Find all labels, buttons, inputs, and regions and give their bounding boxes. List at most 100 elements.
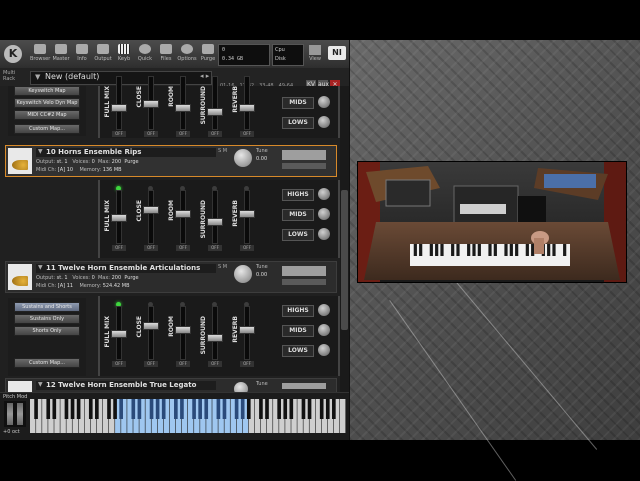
black-key[interactable] — [149, 399, 154, 419]
white-key[interactable] — [339, 399, 346, 433]
solo-mute-buttons[interactable]: S M — [218, 148, 227, 154]
expand-arrow-icon[interactable]: ▼ — [38, 381, 43, 388]
mids-knob-icon[interactable] — [318, 324, 330, 336]
fader-reverb[interactable]: REVERB OFF — [232, 302, 258, 368]
black-key[interactable] — [265, 399, 269, 419]
custom-map-button[interactable]: Custom Map... — [14, 358, 80, 368]
black-key[interactable] — [131, 399, 136, 419]
black-key[interactable] — [155, 399, 160, 419]
fader-reverb[interactable]: REVERB OFF — [232, 186, 258, 252]
toolbar-button-info[interactable]: Info — [72, 42, 92, 66]
lows-knob-icon[interactable] — [318, 228, 330, 240]
mids-knob-icon[interactable] — [318, 208, 330, 220]
lows-knob-icon[interactable] — [318, 116, 330, 128]
black-key[interactable] — [198, 399, 202, 419]
black-key[interactable] — [180, 399, 184, 419]
black-key[interactable] — [107, 399, 111, 419]
volume-meter[interactable] — [282, 383, 326, 389]
eq-lows[interactable]: LOWS — [280, 116, 334, 129]
toolbar-button-options[interactable]: Options — [177, 42, 197, 66]
black-key[interactable] — [34, 399, 38, 419]
eq-mids[interactable]: MIDS — [280, 96, 334, 109]
black-key[interactable] — [137, 399, 142, 419]
fader-room[interactable]: ROOM OFF — [168, 186, 194, 252]
fader-full-mix[interactable]: FULL MIX OFF — [104, 74, 130, 138]
eq-mids[interactable]: MIDS — [280, 324, 334, 337]
black-key[interactable] — [64, 399, 69, 419]
midi-cc2-map-button[interactable]: MIDI CC#2 Map — [14, 110, 80, 120]
fader-surround[interactable]: SURROUND OFF — [200, 74, 226, 138]
black-key[interactable] — [234, 399, 239, 419]
black-key[interactable] — [319, 399, 324, 419]
fader-close[interactable]: CLOSE OFF — [136, 302, 162, 368]
keyboard-keys[interactable] — [30, 399, 346, 433]
black-key[interactable] — [204, 399, 209, 419]
pitch-mod-wheels[interactable] — [4, 401, 26, 427]
black-key[interactable] — [52, 399, 57, 419]
black-key[interactable] — [332, 399, 336, 419]
eq-highs[interactable]: HIGHS — [280, 188, 334, 201]
black-key[interactable] — [307, 399, 312, 419]
black-key[interactable] — [46, 399, 51, 419]
black-key[interactable] — [259, 399, 263, 419]
eq-lows[interactable]: LOWS — [280, 344, 334, 357]
black-key[interactable] — [301, 399, 306, 419]
pan-meter[interactable] — [282, 279, 326, 285]
eq-lows[interactable]: LOWS — [280, 228, 334, 241]
fader-surround[interactable]: SURROUND OFF — [200, 186, 226, 252]
black-key[interactable] — [119, 399, 123, 419]
fader-surround[interactable]: SURROUND OFF — [200, 302, 226, 368]
instrument-title[interactable]: 10 Horns Ensemble Rips — [46, 148, 141, 156]
black-key[interactable] — [113, 399, 117, 419]
black-key[interactable] — [216, 399, 221, 419]
black-key[interactable] — [277, 399, 281, 419]
instrument-header-11[interactable]: ▼ 11 Twelve Horn Ensemble Articulations O… — [5, 261, 337, 293]
lows-knob-icon[interactable] — [318, 344, 330, 356]
solo-mute-buttons[interactable]: S M — [218, 264, 227, 270]
black-key[interactable] — [174, 399, 178, 419]
black-key[interactable] — [95, 399, 99, 419]
fader-full-mix[interactable]: FULL MIX OFF — [104, 302, 130, 368]
custom-map-button[interactable]: Custom Map... — [14, 124, 80, 134]
toolbar-button-keyb[interactable]: Keyb — [114, 42, 134, 66]
fader-close[interactable]: CLOSE OFF — [136, 186, 162, 252]
expand-arrow-icon[interactable]: ▼ — [38, 264, 43, 271]
instrument-header-10[interactable]: ▼ 10 Horns Ensemble Rips Output: st. 1 Vo… — [5, 145, 337, 177]
fader-room[interactable]: ROOM OFF — [168, 74, 194, 138]
toolbar-button-master[interactable]: Master — [51, 42, 71, 66]
black-key[interactable] — [76, 399, 81, 419]
instrument-title[interactable]: 12 Twelve Horn Ensemble True Legato — [46, 381, 196, 389]
tune-knob-icon[interactable] — [234, 265, 252, 283]
black-key[interactable] — [325, 399, 330, 419]
pitch-wheel[interactable] — [7, 403, 13, 425]
black-key[interactable] — [88, 399, 93, 419]
volume-meter[interactable] — [282, 266, 326, 276]
rack-scrollbar-thumb[interactable] — [341, 190, 348, 330]
toolbar-button-purge[interactable]: Purge — [198, 42, 218, 66]
volume-meter[interactable] — [282, 150, 326, 160]
fader-reverb[interactable]: REVERB OFF — [232, 74, 258, 138]
pan-meter[interactable] — [282, 163, 326, 169]
toolbar-button-browser[interactable]: Browser — [30, 42, 50, 66]
black-key[interactable] — [192, 399, 196, 419]
view-button[interactable]: View — [306, 44, 324, 64]
eq-highs[interactable]: HIGHS — [280, 304, 334, 317]
black-key[interactable] — [289, 399, 294, 419]
black-key[interactable] — [283, 399, 288, 419]
tune-knob-icon[interactable] — [234, 149, 252, 167]
sustains-and-shorts-button[interactable]: Sustains and Shorts — [14, 302, 80, 312]
fader-full-mix[interactable]: FULL MIX OFF — [104, 186, 130, 252]
mod-wheel[interactable] — [17, 403, 23, 425]
eq-mids[interactable]: MIDS — [280, 208, 334, 221]
instrument-title[interactable]: 11 Twelve Horn Ensemble Articulations — [46, 264, 200, 272]
octave-label[interactable]: +0 oct — [3, 429, 20, 435]
black-key[interactable] — [246, 399, 251, 419]
keyswitch-velo-dyn-map-button[interactable]: Keyswitch Velo Dyn Map — [14, 98, 80, 108]
shorts-only-button[interactable]: Shorts Only — [14, 326, 80, 336]
fader-close[interactable]: CLOSE OFF — [136, 74, 162, 138]
black-key[interactable] — [240, 399, 245, 419]
toolbar-button-quick[interactable]: Quick — [135, 42, 155, 66]
sustains-only-button[interactable]: Sustains Only — [14, 314, 80, 324]
expand-arrow-icon[interactable]: ▼ — [38, 148, 43, 155]
highs-knob-icon[interactable] — [318, 188, 330, 200]
